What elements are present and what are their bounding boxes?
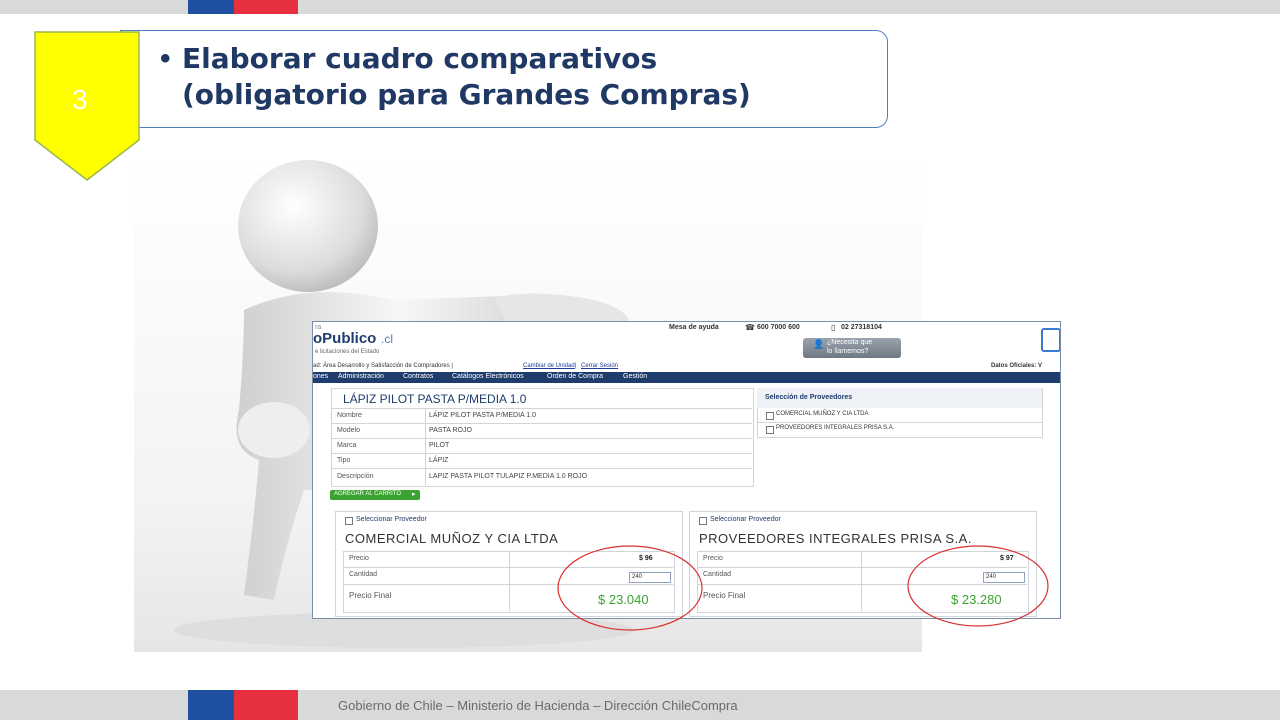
product-value-nombre: LÁPIZ PILOT PASTA P/MEDIA 1.0 xyxy=(429,412,536,419)
product-value-modelo: PASTA ROJO xyxy=(429,427,472,434)
logo-suffix: .cl xyxy=(381,332,393,346)
step-number: 3 xyxy=(72,84,88,115)
footer-text: Gobierno de Chile – Ministerio de Hacien… xyxy=(338,698,738,713)
nav-item-administracion[interactable]: Administración xyxy=(338,373,384,380)
bottom-flag-blue xyxy=(188,690,234,720)
nav-item-orden-compra[interactable]: Orden de Compra xyxy=(547,373,603,380)
product-value-descripcion: LAPIZ PASTA PILOT TULAPIZ P.MEDIA 1.0 RO… xyxy=(429,473,588,480)
arrow-right-icon: ▸ xyxy=(412,491,416,498)
top-flag-red xyxy=(234,0,298,14)
nav-item-contratos[interactable]: Contratos xyxy=(403,373,433,380)
bottom-flag-red xyxy=(234,690,298,720)
logo-main: oPublico xyxy=(313,330,377,347)
annotation-circle-2 xyxy=(907,545,1049,627)
add-to-cart-button[interactable]: AGREGAR AL CARRITO ▸ xyxy=(330,490,420,500)
logo-subtitle: e licitaciones del Estado xyxy=(315,349,380,355)
user-icon: 👤 xyxy=(813,339,825,349)
product-label-modelo: Modelo xyxy=(337,427,360,434)
call-button-line2: lo llamemos? xyxy=(827,348,869,355)
help-label: Mesa de ayuda xyxy=(669,324,719,331)
phone-icon: ☎ xyxy=(745,323,755,332)
unit-text: ad: Área Desarrollo y Satisfacción de Co… xyxy=(313,363,453,369)
nav-item-catalogos[interactable]: Catálogos Electrónicos xyxy=(452,373,524,380)
supplier-checkbox-2[interactable] xyxy=(766,426,774,434)
mobile-icon: ▯ xyxy=(831,323,836,332)
product-label-marca: Marca xyxy=(337,442,357,449)
supplier-selection-item-2: PROVEEDORES INTEGRALES PRISA S.A. xyxy=(776,425,895,431)
select-supplier-1-label: Seleccionar Proveedor xyxy=(356,516,427,523)
product-value-tipo: LÁPIZ xyxy=(429,457,449,464)
unit-separator: | xyxy=(575,363,577,369)
product-label-nombre: Nombre xyxy=(337,412,362,419)
change-unit-link[interactable]: Cambiar de Unidad xyxy=(523,363,575,369)
supplier-1-final-label: Precio Final xyxy=(349,591,392,600)
supplier-selection-item-1: COMERCIAL MUÑOZ Y CIA LTDA xyxy=(776,411,869,417)
annotation-circle-1 xyxy=(557,545,703,631)
select-supplier-2-checkbox[interactable] xyxy=(699,517,707,525)
help-phone-1: 600 7000 600 xyxy=(757,324,800,331)
product-label-tipo: Tipo xyxy=(337,457,351,464)
official-data: Datos Oficiales: V xyxy=(991,363,1043,369)
product-label-descripcion: Descripción xyxy=(337,473,374,480)
supplier-checkbox-1[interactable] xyxy=(766,412,774,420)
supplier-1-qty-label: Cantidad xyxy=(349,571,378,578)
bullet-icon: • xyxy=(160,42,171,75)
call-me-button[interactable]: 👤 ¿Necesita que lo llamemos? xyxy=(803,338,901,358)
main-nav: ones Administración Contratos Catálogos … xyxy=(313,372,1060,383)
title-line-2: (obligatorio para Grandes Compras) xyxy=(182,78,751,111)
supplier-1-price-label: Precio xyxy=(349,555,369,562)
call-button-line1: ¿Necesita que xyxy=(827,339,873,346)
select-supplier-2-label: Seleccionar Proveedor xyxy=(710,516,781,523)
nav-item-ones[interactable]: ones xyxy=(313,373,328,380)
cart-icon[interactable] xyxy=(1041,328,1060,352)
select-supplier-1-checkbox[interactable] xyxy=(345,517,353,525)
top-flag-blue xyxy=(188,0,234,14)
supplier-selection-header: Selección de Proveedores xyxy=(765,394,853,401)
add-to-cart-label: AGREGAR AL CARRITO xyxy=(334,491,402,497)
product-title: LÁPIZ PILOT PASTA P/MEDIA 1.0 xyxy=(343,392,527,406)
logout-link[interactable]: Cerrar Sesión xyxy=(581,363,618,369)
supplier-1-name: COMERCIAL MUÑOZ Y CIA LTDA xyxy=(345,531,559,546)
nav-item-gestion[interactable]: Gestión xyxy=(623,373,647,380)
help-phone-2: 02 27318104 xyxy=(841,324,882,331)
title-line-1: Elaborar cuadro comparativos xyxy=(182,42,658,75)
product-value-marca: PILOT xyxy=(429,442,450,449)
